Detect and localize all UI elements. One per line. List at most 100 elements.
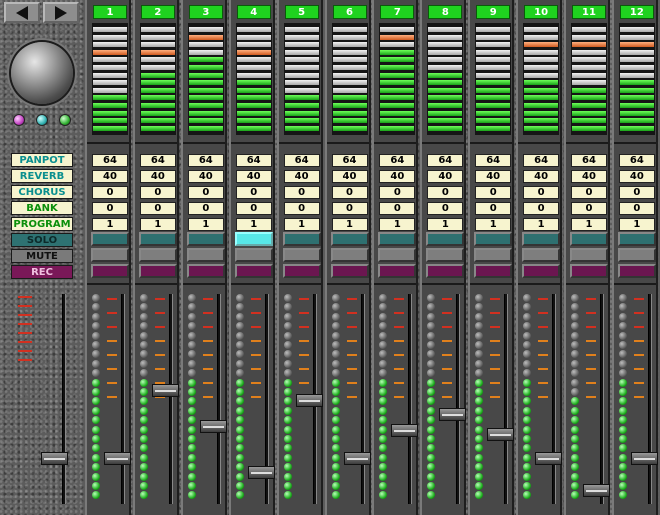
- solo-button[interactable]: [330, 232, 369, 246]
- rec-button[interactable]: [378, 264, 417, 278]
- program-value[interactable]: 1: [331, 218, 368, 231]
- mute-button[interactable]: [186, 248, 225, 262]
- channel-fader[interactable]: [487, 428, 515, 441]
- rec-button[interactable]: [522, 264, 561, 278]
- panpot-value[interactable]: 64: [92, 154, 128, 167]
- panpot-value[interactable]: 64: [427, 154, 464, 167]
- channel-number[interactable]: 1: [93, 5, 127, 19]
- channel-number[interactable]: 5: [284, 5, 319, 19]
- channel-number[interactable]: 10: [524, 5, 559, 19]
- channel-number[interactable]: 3: [188, 5, 223, 19]
- panpot-value[interactable]: 64: [618, 154, 655, 167]
- channel-fader[interactable]: [439, 408, 467, 421]
- bank-value[interactable]: 0: [379, 202, 416, 215]
- mute-button[interactable]: [474, 248, 513, 262]
- reverb-value[interactable]: 40: [235, 170, 272, 183]
- bank-value[interactable]: 0: [187, 202, 224, 215]
- rec-button[interactable]: [138, 264, 177, 278]
- channel-number[interactable]: 4: [236, 5, 271, 19]
- chorus-value[interactable]: 0: [331, 186, 368, 199]
- mute-button[interactable]: [426, 248, 465, 262]
- bank-value[interactable]: 0: [618, 202, 655, 215]
- rec-button[interactable]: [330, 264, 369, 278]
- reverb-value[interactable]: 40: [427, 170, 464, 183]
- rec-button[interactable]: [186, 264, 225, 278]
- reverb-value[interactable]: 40: [523, 170, 560, 183]
- channel-fader[interactable]: [199, 420, 227, 433]
- solo-button[interactable]: [570, 232, 608, 246]
- bank-value[interactable]: 0: [92, 202, 128, 215]
- channel-fader[interactable]: [343, 452, 371, 465]
- rec-button[interactable]: [282, 264, 321, 278]
- master-fader-knob[interactable]: [41, 452, 68, 465]
- program-value[interactable]: 1: [427, 218, 464, 231]
- panpot-value[interactable]: 64: [139, 154, 176, 167]
- master-knob[interactable]: [11, 42, 73, 104]
- solo-button[interactable]: [282, 232, 321, 246]
- chorus-value[interactable]: 0: [235, 186, 272, 199]
- chorus-value[interactable]: 0: [475, 186, 512, 199]
- mute-button[interactable]: [234, 248, 273, 262]
- rec-button[interactable]: [234, 264, 273, 278]
- program-value[interactable]: 1: [475, 218, 512, 231]
- channel-number[interactable]: 7: [380, 5, 415, 19]
- panpot-value[interactable]: 64: [379, 154, 416, 167]
- reverb-value[interactable]: 40: [571, 170, 607, 183]
- channel-fader[interactable]: [151, 384, 179, 397]
- program-value[interactable]: 1: [283, 218, 320, 231]
- chorus-value[interactable]: 0: [427, 186, 464, 199]
- bank-value[interactable]: 0: [571, 202, 607, 215]
- program-value[interactable]: 1: [139, 218, 176, 231]
- solo-button[interactable]: [138, 232, 177, 246]
- channel-number[interactable]: 11: [572, 5, 606, 19]
- panpot-value[interactable]: 64: [283, 154, 320, 167]
- bank-value[interactable]: 0: [331, 202, 368, 215]
- reverb-value[interactable]: 40: [618, 170, 655, 183]
- program-value[interactable]: 1: [523, 218, 560, 231]
- channel-fader[interactable]: [535, 452, 563, 465]
- rec-button[interactable]: [474, 264, 513, 278]
- channel-number[interactable]: 6: [332, 5, 367, 19]
- mute-button[interactable]: [617, 248, 656, 262]
- bank-value[interactable]: 0: [139, 202, 176, 215]
- next-button[interactable]: [43, 2, 79, 23]
- solo-button[interactable]: [378, 232, 417, 246]
- mute-button[interactable]: [91, 248, 129, 262]
- bank-value[interactable]: 0: [235, 202, 272, 215]
- solo-button[interactable]: [186, 232, 225, 246]
- panpot-value[interactable]: 64: [523, 154, 560, 167]
- green-led-button[interactable]: [59, 114, 71, 126]
- panpot-value[interactable]: 64: [571, 154, 607, 167]
- reverb-value[interactable]: 40: [379, 170, 416, 183]
- reverb-value[interactable]: 40: [331, 170, 368, 183]
- mute-button[interactable]: [522, 248, 561, 262]
- magenta-led-button[interactable]: [13, 114, 25, 126]
- reverb-value[interactable]: 40: [92, 170, 128, 183]
- chorus-value[interactable]: 0: [139, 186, 176, 199]
- solo-button[interactable]: [474, 232, 513, 246]
- mute-button[interactable]: [330, 248, 369, 262]
- mute-button[interactable]: [570, 248, 608, 262]
- solo-button[interactable]: [91, 232, 129, 246]
- program-value[interactable]: 1: [571, 218, 607, 231]
- panpot-value[interactable]: 64: [331, 154, 368, 167]
- solo-button[interactable]: [617, 232, 656, 246]
- rec-button[interactable]: [617, 264, 656, 278]
- solo-button[interactable]: [426, 232, 465, 246]
- channel-number[interactable]: 8: [428, 5, 463, 19]
- channel-number[interactable]: 12: [619, 5, 654, 19]
- reverb-value[interactable]: 40: [139, 170, 176, 183]
- program-value[interactable]: 1: [187, 218, 224, 231]
- channel-number[interactable]: 9: [476, 5, 511, 19]
- chorus-value[interactable]: 0: [523, 186, 560, 199]
- channel-fader[interactable]: [295, 394, 323, 407]
- chorus-value[interactable]: 0: [379, 186, 416, 199]
- mute-button[interactable]: [378, 248, 417, 262]
- channel-number[interactable]: 2: [140, 5, 175, 19]
- rec-button[interactable]: [426, 264, 465, 278]
- solo-button[interactable]: [522, 232, 561, 246]
- rec-button[interactable]: [91, 264, 129, 278]
- program-value[interactable]: 1: [379, 218, 416, 231]
- prev-button[interactable]: [4, 2, 40, 23]
- program-value[interactable]: 1: [235, 218, 272, 231]
